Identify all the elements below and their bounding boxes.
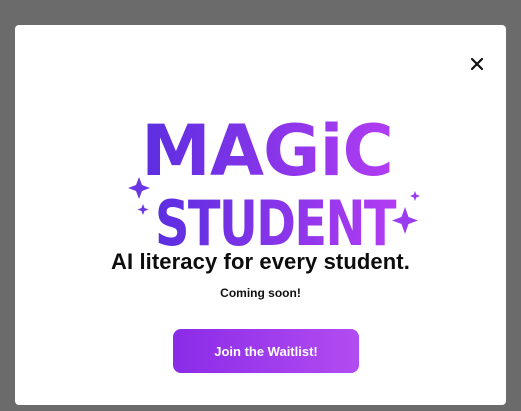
sparkle-icon <box>392 207 418 234</box>
headline: AI literacy for every student. <box>111 249 410 274</box>
magic-student-logo: MAGiC STUDENT <box>105 89 425 259</box>
sparkle-icon <box>410 191 420 201</box>
close-icon <box>470 57 484 71</box>
waitlist-modal: MAGiC STUDENT AI literacy for every stud… <box>15 25 506 405</box>
sparkle-icon <box>137 204 149 215</box>
subheadline: Coming soon! <box>220 286 301 300</box>
logo-line-1: MAGiC <box>141 110 393 192</box>
close-button[interactable] <box>466 53 488 75</box>
join-waitlist-button[interactable]: Join the Waitlist! <box>173 329 359 373</box>
